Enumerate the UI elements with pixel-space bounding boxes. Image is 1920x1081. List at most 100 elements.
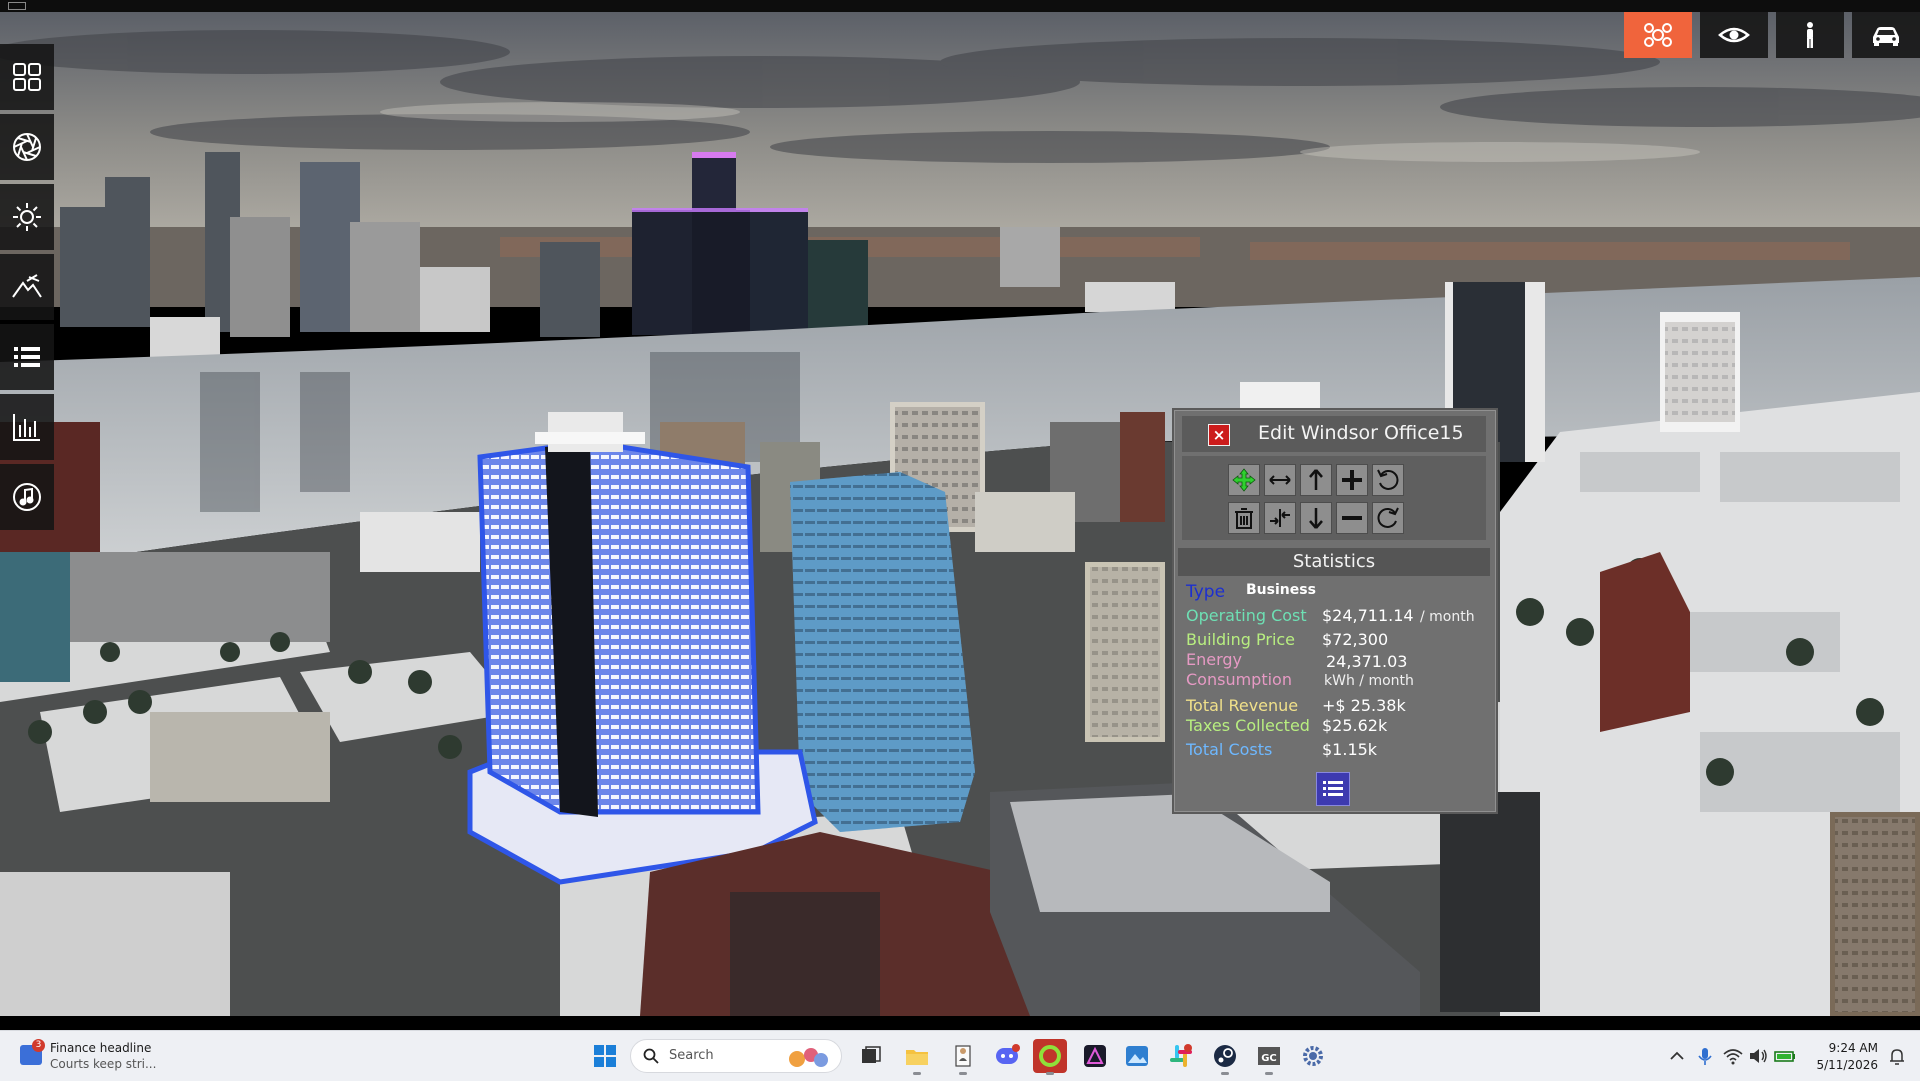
bell-icon <box>1890 1049 1904 1065</box>
chevron-up-icon <box>1670 1051 1684 1060</box>
move-arrows-icon <box>1232 468 1256 492</box>
car-icon <box>1873 27 1899 46</box>
notepad-icon <box>955 1045 971 1067</box>
settings-button[interactable] <box>1296 1039 1330 1073</box>
taskbar-search[interactable]: Search <box>630 1039 842 1073</box>
clock-time[interactable]: 9:24 AM <box>1829 1041 1878 1055</box>
news-headline: Finance headline <box>50 1041 152 1055</box>
drive-camera-button[interactable] <box>1852 12 1920 58</box>
task-view-button[interactable] <box>854 1039 888 1073</box>
taxes-collected-label: Taxes Collected <box>1186 716 1310 735</box>
lower-button[interactable] <box>1300 502 1332 534</box>
horizontal-arrows-icon <box>1269 475 1291 485</box>
affinity-icon <box>1084 1045 1106 1067</box>
move-tool-button[interactable] <box>1228 464 1260 496</box>
plus-icon <box>1342 470 1362 490</box>
gc-app-button[interactable]: GC <box>1252 1039 1286 1075</box>
news-widget[interactable]: 3 Finance headline Courts keep stri... <box>14 1037 164 1075</box>
search-icon <box>643 1048 659 1064</box>
energy-label: Energy <box>1186 650 1243 669</box>
arrow-down-icon <box>1309 508 1323 529</box>
type-value: Business <box>1246 582 1316 598</box>
file-explorer-button[interactable] <box>900 1039 934 1075</box>
decrease-button[interactable] <box>1336 502 1368 534</box>
city-viewport[interactable] <box>0 12 1920 1016</box>
type-label: Type <box>1186 582 1226 602</box>
aperture-icon <box>13 133 41 161</box>
battery-charging-icon <box>1774 1051 1795 1062</box>
overview-drone-icon <box>1644 23 1672 47</box>
operating-cost-unit: / month <box>1420 609 1475 625</box>
eye-icon <box>1718 27 1750 43</box>
battery-button[interactable] <box>1768 1039 1802 1073</box>
start-button[interactable] <box>588 1039 622 1073</box>
trash-icon <box>1235 508 1253 529</box>
walk-camera-button[interactable] <box>1776 12 1844 58</box>
eye-camera-button[interactable] <box>1700 12 1768 58</box>
details-list-button[interactable] <box>1316 772 1350 806</box>
transform-tool-grid <box>1182 456 1486 540</box>
edit-building-panel: × Edit Windsor Office15 Statistics Type … <box>1172 408 1498 814</box>
discord-icon <box>996 1044 1020 1064</box>
delete-button[interactable] <box>1228 502 1260 534</box>
slack-icon <box>1170 1044 1192 1067</box>
notification-center-button[interactable] <box>1880 1039 1914 1073</box>
photo-app-button[interactable] <box>1120 1039 1154 1073</box>
svg-text:GC: GC <box>1261 1053 1277 1064</box>
photos-icon <box>1126 1046 1148 1066</box>
gc-app-icon: GC <box>1258 1047 1280 1065</box>
stretch-horizontal-button[interactable] <box>1264 464 1296 496</box>
folder-icon <box>906 1050 928 1065</box>
green-ring-app-icon <box>1039 1045 1061 1067</box>
notepad-button[interactable] <box>946 1039 980 1075</box>
game-app-button[interactable] <box>1033 1039 1067 1075</box>
microphone-icon <box>1698 1048 1712 1065</box>
building-price-value: $72,300 <box>1322 630 1389 649</box>
energy-label-line2: Consumption <box>1186 670 1292 689</box>
building-price-label: Building Price <box>1186 630 1296 649</box>
music-button[interactable] <box>0 464 54 530</box>
list-button[interactable] <box>0 324 54 390</box>
bar-chart-icon <box>13 414 40 441</box>
music-note-icon <box>13 483 41 511</box>
windows-taskbar: 3 Finance headline Courts keep stri... S… <box>0 1030 1920 1081</box>
slack-button[interactable] <box>1164 1039 1198 1073</box>
total-costs-value: $1.15k <box>1322 740 1378 759</box>
notification-badge: 3 <box>32 1039 45 1052</box>
terrain-button[interactable] <box>0 254 54 320</box>
search-highlight-art-icon <box>789 1048 828 1067</box>
sun-icon <box>13 203 41 231</box>
steam-icon <box>1214 1045 1236 1067</box>
shrink-horizontal-button[interactable] <box>1264 502 1296 534</box>
camera-mode-bar <box>1616 12 1920 58</box>
total-costs-label: Total Costs <box>1186 740 1273 759</box>
operating-cost-label: Operating Cost <box>1186 606 1307 625</box>
rotate-right-button[interactable] <box>1372 502 1404 534</box>
overview-camera-button[interactable] <box>1624 12 1692 58</box>
minus-icon <box>1342 516 1362 520</box>
rotate-left-button[interactable] <box>1372 464 1404 496</box>
steam-button[interactable] <box>1208 1039 1242 1075</box>
total-revenue-label: Total Revenue <box>1186 696 1299 715</box>
statistics-header: Statistics <box>1178 548 1490 576</box>
inward-arrows-icon <box>1270 509 1290 527</box>
windows-logo-icon <box>594 1045 616 1067</box>
left-toolbar <box>0 44 54 534</box>
grid-menu-icon <box>13 63 41 91</box>
raise-button[interactable] <box>1300 464 1332 496</box>
person-icon <box>1807 22 1813 48</box>
clock-date[interactable]: 5/11/2026 <box>1816 1058 1878 1072</box>
task-view-icon <box>862 1046 881 1063</box>
terrain-icon <box>12 274 42 298</box>
close-panel-button[interactable]: × <box>1208 424 1230 446</box>
discord-button[interactable] <box>990 1039 1024 1073</box>
energy-value: 24,371.03 <box>1326 652 1408 671</box>
grid-menu-button[interactable] <box>0 44 54 110</box>
statistics-button[interactable] <box>0 394 54 460</box>
affinity-button[interactable] <box>1078 1039 1112 1073</box>
camera-settings-button[interactable] <box>0 114 54 180</box>
increase-button[interactable] <box>1336 464 1368 496</box>
edit-panel-title: Edit Windsor Office15 <box>1258 422 1464 444</box>
list-icon <box>1323 781 1343 796</box>
lighting-button[interactable] <box>0 184 54 250</box>
